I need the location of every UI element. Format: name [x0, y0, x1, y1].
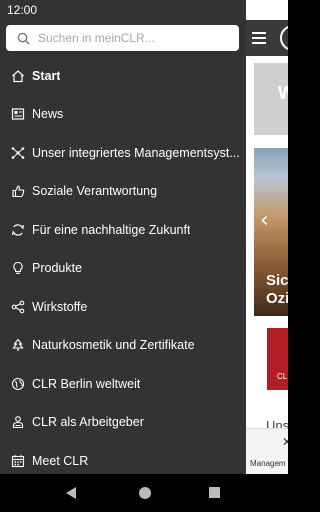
globe-icon [10, 376, 26, 392]
welcome-card-letter: W [278, 83, 288, 103]
menu-item-label: Start [32, 69, 61, 83]
recycle-icon [10, 222, 26, 238]
back-icon[interactable] [66, 487, 76, 499]
menu-item-sustainable-future[interactable]: Für eine nachhaltige Zukunft [0, 211, 246, 250]
search-bar[interactable] [6, 25, 239, 51]
carousel-prev-icon[interactable]: ‹ [260, 208, 269, 233]
home-icon [10, 68, 26, 84]
menu-item-start[interactable]: Start [0, 57, 246, 95]
carousel-caption-line2: Ozi [266, 290, 288, 307]
menu-item-label: CLR als Arbeitgeber [32, 415, 144, 430]
recent-apps-icon[interactable] [209, 487, 220, 498]
menu-item-label: Unser integriertes Managementsyst... [32, 145, 240, 160]
menu-item-label: CLR Berlin weltweit [32, 376, 141, 391]
menu-item-label: Für eine nachhaltige Zukunft [32, 222, 191, 237]
menu-item-news[interactable]: News [0, 95, 246, 134]
search-icon [12, 32, 34, 45]
hamburger-menu-icon[interactable] [252, 27, 272, 49]
menu-item-label: Soziale Verantwortung [32, 184, 158, 199]
status-icons [249, 4, 284, 16]
wifi-icon [249, 5, 261, 15]
status-time: 12:00 [7, 3, 38, 17]
calendar-icon [10, 453, 26, 469]
system-navigation-bar [0, 474, 288, 512]
hero-carousel[interactable]: ‹ Sic Ozi [254, 148, 288, 316]
clr-tile[interactable]: CL [267, 328, 288, 390]
menu-item-products[interactable]: Produkte [0, 249, 246, 288]
menu-item-management-system[interactable]: Unser integriertes Managementsyst... [0, 134, 246, 173]
status-bar: 12:00 [0, 0, 288, 20]
thumbs-up-icon [10, 183, 26, 199]
search-input[interactable] [34, 31, 224, 45]
menu-item-worldwide[interactable]: CLR Berlin weltweit [0, 365, 246, 404]
lightbulb-icon [10, 260, 26, 276]
welcome-card[interactable]: W [254, 63, 288, 135]
menu-item-natural-cosmetics[interactable]: Naturkosmetik und Zertifikate [0, 326, 246, 365]
newspaper-icon [10, 106, 26, 122]
profile-circle-icon[interactable] [280, 25, 288, 51]
menu-item-social-responsibility[interactable]: Soziale Verantwortung [0, 172, 246, 211]
menu-item-label: Meet CLR [32, 453, 89, 468]
tree-icon [10, 337, 26, 353]
menu-item-employer[interactable]: CLR als Arbeitgeber [0, 403, 246, 442]
menu-item-label: Produkte [32, 261, 83, 276]
network-icon [10, 145, 26, 161]
navigation-drawer: Start News Unser integriertes Management… [0, 0, 246, 474]
signal-icon [264, 5, 274, 15]
drawer-menu: Start News Unser integriertes Management… [0, 57, 246, 480]
share-nodes-icon [10, 299, 26, 315]
person-badge-icon [10, 414, 26, 430]
screen: W ‹ Sic Ozi CL Uns ✕ Managem Suchen in m… [0, 0, 288, 512]
clr-tile-label: CL [277, 372, 288, 381]
menu-item-label: Wirkstoffe [32, 299, 88, 314]
home-button-icon[interactable] [139, 487, 151, 499]
bottom-tab-bar: ✕ Managem [246, 428, 288, 474]
carousel-caption-line1: Sic [266, 272, 288, 289]
menu-item-label: Naturkosmetik und Zertifikate [32, 338, 195, 353]
management-tab-icon[interactable]: ✕ [282, 435, 288, 449]
menu-item-ingredients[interactable]: Wirkstoffe [0, 288, 246, 327]
management-tab-label[interactable]: Managem [250, 459, 286, 468]
menu-item-label: News [32, 107, 64, 122]
battery-icon [277, 4, 284, 16]
